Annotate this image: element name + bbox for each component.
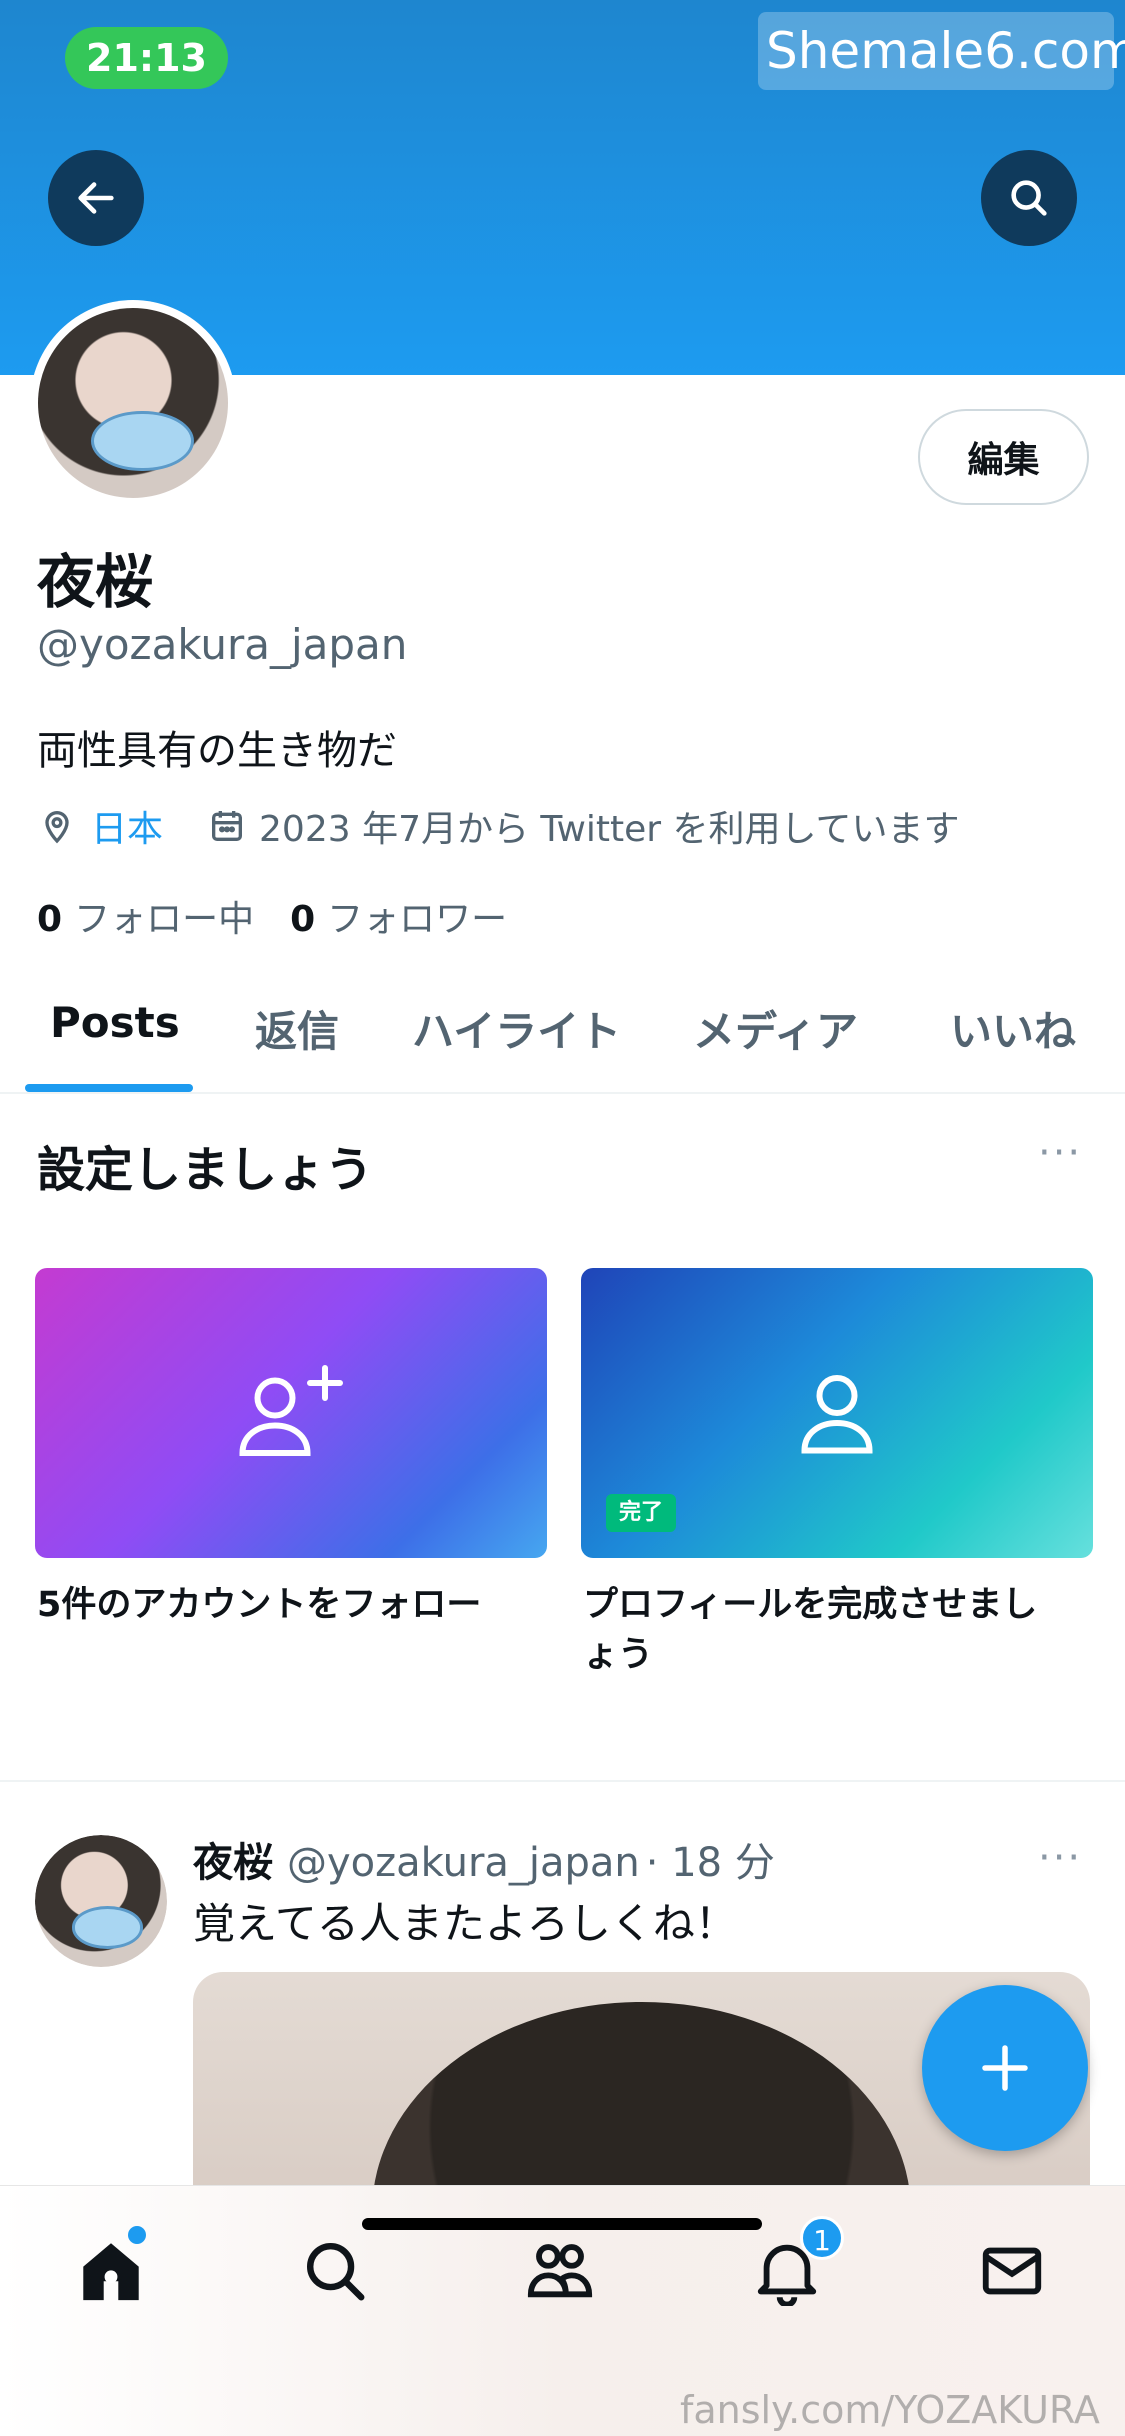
edit-profile-button[interactable]: 編集 xyxy=(918,409,1089,505)
following-label: フォロー中 xyxy=(74,899,255,940)
home-indicator xyxy=(362,2218,762,2230)
profile-bio: 両性具有の生き物だ xyxy=(37,728,397,774)
follow-stats: 0 フォロー中 0 フォロワー xyxy=(37,890,507,942)
compose-button[interactable] xyxy=(922,1985,1088,2151)
followers-count: 0 xyxy=(290,899,316,940)
home-unread-dot xyxy=(128,2226,146,2244)
tab-media[interactable]: メディア xyxy=(693,998,858,1059)
post-text: 覚えてる人またよろしくね！ xyxy=(193,1899,737,1948)
follow-accounts-label[interactable]: 5件のアカウントをフォロー xyxy=(37,1580,481,1630)
complete-profile-card[interactable]: 完了 xyxy=(581,1268,1093,1558)
user-handle: @yozakura_japan xyxy=(37,620,408,669)
followers-label: フォロワー xyxy=(327,899,508,940)
follow-accounts-card[interactable] xyxy=(35,1268,547,1558)
profile-tabs: Posts 返信 ハイライト メディア いいね xyxy=(0,960,1125,1094)
tab-likes[interactable]: いいね xyxy=(950,998,1076,1059)
location-link[interactable]: 日本 xyxy=(91,800,163,852)
search-button[interactable] xyxy=(981,150,1077,246)
setup-more-button[interactable]: ··· xyxy=(1038,1130,1082,1176)
notification-badge: 1 xyxy=(800,2216,844,2260)
avatar-photo xyxy=(38,308,228,498)
location-icon xyxy=(45,811,69,844)
back-button[interactable] xyxy=(48,150,144,246)
communities-icon[interactable] xyxy=(525,2236,595,2306)
post-author-name[interactable]: 夜桜 xyxy=(193,1830,273,1888)
mail-icon[interactable] xyxy=(977,2236,1047,2306)
active-tab-indicator xyxy=(25,1084,193,1092)
post-avatar-photo xyxy=(35,1835,167,1967)
following-count: 0 xyxy=(37,899,63,940)
arrow-left-icon xyxy=(78,182,114,214)
tab-replies[interactable]: 返信 xyxy=(255,998,339,1059)
search-icon[interactable] xyxy=(300,2236,370,2306)
person-icon xyxy=(801,1375,873,1454)
profile-meta: 日本 2023 年7月から Twitter を利用しています xyxy=(37,800,959,852)
profile-avatar[interactable] xyxy=(30,300,236,506)
home-icon[interactable] xyxy=(76,2236,146,2306)
post-header: 夜桜 @yozakura_japan · 18 分 xyxy=(193,1830,775,1888)
post-time: · 18 分 xyxy=(645,1840,775,1886)
post-avatar[interactable] xyxy=(35,1835,167,1967)
tab-posts[interactable]: Posts xyxy=(50,998,180,1047)
post-author-handle[interactable]: @yozakura_japan xyxy=(287,1840,640,1886)
plus-icon xyxy=(982,2045,1028,2091)
watermark-top: Shemale6.com xyxy=(758,12,1125,90)
calendar-icon xyxy=(212,811,243,841)
status-time: 21:13 xyxy=(65,27,228,89)
joined-date: 2023 年7月から Twitter を利用しています xyxy=(259,809,960,850)
post-more-button[interactable]: ··· xyxy=(1038,1835,1082,1881)
followers-link[interactable]: 0 フォロワー xyxy=(290,890,507,942)
complete-profile-label[interactable]: プロフィールを完成させまし ょう xyxy=(583,1580,1083,1680)
section-divider xyxy=(0,1780,1125,1782)
watermark-bottom: fansly.com/YOZAKURA xyxy=(680,2388,1100,2432)
following-link[interactable]: 0 フォロー中 xyxy=(37,890,254,942)
tab-highlights[interactable]: ハイライト xyxy=(412,998,621,1059)
setup-title: 設定しましょう xyxy=(37,1142,374,1198)
person-add-icon xyxy=(239,1365,343,1456)
done-badge: 完了 xyxy=(606,1494,676,1532)
search-icon xyxy=(1011,180,1047,216)
display-name: 夜桜 xyxy=(37,548,154,616)
